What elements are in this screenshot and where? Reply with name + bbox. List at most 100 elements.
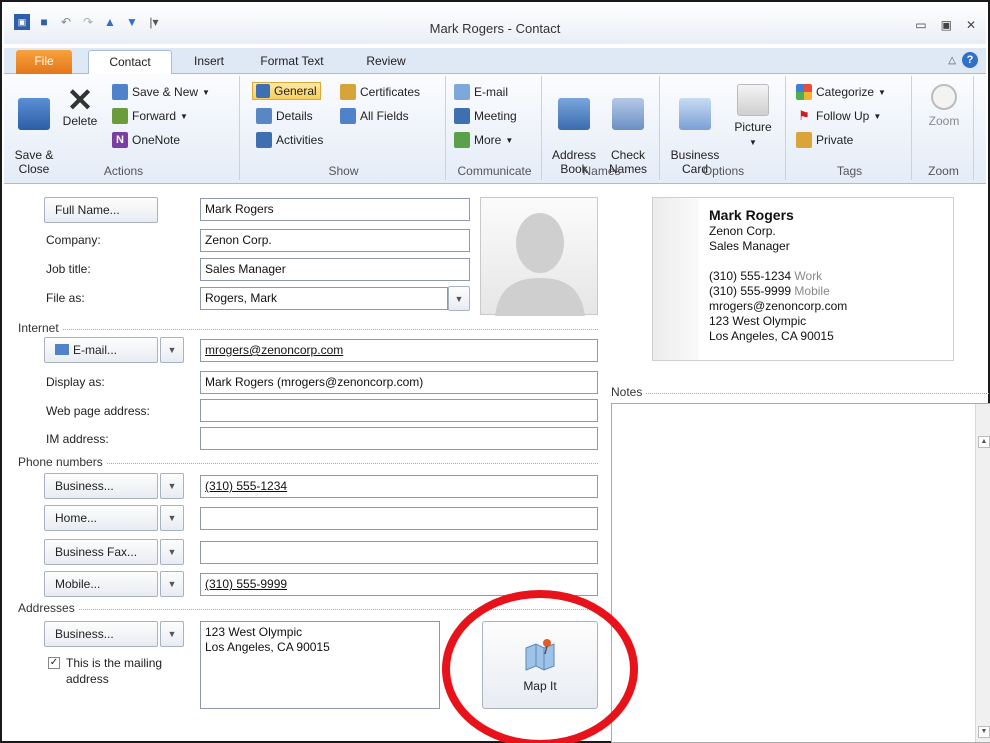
business-fax-dropdown[interactable]: ▼	[160, 539, 184, 565]
business-card-preview[interactable]: Mark Rogers Zenon Corp. Sales Manager (3…	[652, 197, 954, 361]
address-textbox[interactable]: 123 West Olympic Los Angeles, CA 90015	[200, 621, 440, 709]
categorize-button[interactable]: Categorize ▼	[796, 84, 886, 100]
window-controls: ▭ ▣ ✕	[915, 18, 976, 32]
scroll-up-icon[interactable]: ▲	[978, 436, 990, 448]
follow-up-button[interactable]: ⚑ Follow Up ▼	[796, 108, 881, 124]
email-ribbon-button[interactable]: E-mail	[454, 84, 508, 100]
home-phone-dropdown[interactable]: ▼	[160, 505, 184, 531]
close-icon[interactable]: ✕	[966, 18, 976, 32]
certificates-button[interactable]: Certificates	[340, 84, 420, 100]
meeting-button[interactable]: Meeting	[454, 108, 517, 124]
full-name-field[interactable]: Mark Rogers	[200, 198, 470, 221]
scroll-down-icon[interactable]: ▼	[978, 726, 990, 738]
card-email: mrogers@zenoncorp.com	[709, 299, 848, 313]
mailing-address-label-line1: This is the mailing	[66, 656, 163, 670]
activities-label: Activities	[276, 133, 324, 147]
follow-up-label: Follow Up	[816, 109, 870, 123]
general-icon	[256, 84, 270, 98]
tab-contact[interactable]: Contact	[88, 50, 172, 74]
im-address-label: IM address:	[46, 432, 109, 446]
tab-review[interactable]: Review	[356, 50, 416, 74]
delete-label: Delete	[62, 114, 98, 128]
file-as-dropdown[interactable]: ▼	[448, 286, 470, 311]
notes-scrollbar[interactable]: ▲ ▼	[975, 404, 990, 742]
meeting-icon	[454, 108, 470, 124]
file-as-field[interactable]: Rogers, Mark	[200, 287, 448, 310]
zoom-button[interactable]: Zoom	[918, 84, 970, 128]
save-new-button[interactable]: Save & New ▼	[112, 84, 210, 100]
mailing-address-checkbox[interactable]: ✓	[48, 657, 60, 669]
zoom-group-label: Zoom	[928, 164, 959, 178]
contact-photo[interactable]	[480, 197, 598, 316]
full-name-button[interactable]: Full Name...	[44, 197, 158, 223]
picture-button[interactable]: Picture ▼	[726, 84, 780, 150]
all-fields-button[interactable]: All Fields	[340, 108, 409, 124]
notes-textarea[interactable]: ▲ ▼	[611, 403, 990, 743]
tab-format-text[interactable]: Format Text	[250, 50, 334, 74]
internet-divider	[18, 329, 598, 330]
card-name: Mark Rogers	[709, 207, 794, 223]
job-title-field[interactable]: Sales Manager	[200, 258, 470, 281]
minimize-icon[interactable]: ▭	[915, 18, 926, 32]
address-line1: 123 West Olympic	[205, 625, 303, 639]
check-names-button[interactable]: Check Names	[602, 84, 654, 176]
annotation-circle	[442, 590, 638, 743]
picture-label: Picture	[734, 120, 772, 134]
home-phone-field[interactable]	[200, 507, 598, 530]
onenote-label: OneNote	[132, 133, 181, 147]
display-as-field[interactable]: Mark Rogers (mrogers@zenoncorp.com)	[200, 371, 598, 394]
maximize-icon[interactable]: ▣	[941, 18, 952, 32]
business-fax-button[interactable]: Business Fax...	[44, 539, 158, 565]
web-page-label: Web page address:	[46, 404, 150, 418]
certificates-label: Certificates	[360, 85, 421, 99]
business-fax-field[interactable]	[200, 541, 598, 564]
email-field[interactable]: mrogers@zenoncorp.com	[200, 339, 598, 362]
card-company: Zenon Corp.	[709, 224, 776, 238]
notes-divider	[611, 393, 990, 394]
card-mobile-phone-line: (310) 555-9999 Mobile	[709, 284, 847, 299]
business-address-dropdown[interactable]: ▼	[160, 621, 184, 647]
private-button[interactable]: Private	[796, 132, 853, 148]
file-as-label: File as:	[46, 291, 85, 305]
business-address-button[interactable]: Business...	[44, 621, 158, 647]
company-field[interactable]: Zenon Corp.	[200, 229, 470, 252]
more-button[interactable]: More ▼	[454, 132, 513, 148]
web-page-field[interactable]	[200, 399, 598, 422]
details-label: Details	[276, 109, 313, 123]
private-label: Private	[816, 133, 854, 147]
mobile-phone-dropdown[interactable]: ▼	[160, 571, 184, 597]
business-phone-dropdown[interactable]: ▼	[160, 473, 184, 499]
card-address-line1: 123 West Olympic	[709, 314, 807, 328]
card-work-phone-line: (310) 555-1234 Work	[709, 269, 847, 284]
magnifier-icon	[931, 84, 957, 110]
business-phone-field[interactable]: (310) 555-1234	[200, 475, 598, 498]
show-group: General Details Activities Certificates …	[242, 76, 446, 180]
business-phone-button[interactable]: Business...	[44, 473, 158, 499]
activities-button[interactable]: Activities	[256, 132, 323, 148]
card-work-phone: (310) 555-1234	[709, 269, 792, 283]
names-group-label: Names	[582, 164, 621, 178]
address-book-button[interactable]: Address Book	[548, 84, 600, 176]
mobile-phone-button[interactable]: Mobile...	[44, 571, 158, 597]
more-icon	[454, 132, 470, 148]
help-icon[interactable]: ?	[962, 52, 978, 68]
im-address-field[interactable]	[200, 427, 598, 450]
picture-icon	[737, 84, 769, 116]
minimize-ribbon-icon[interactable]: △	[948, 55, 956, 66]
general-button[interactable]: General	[252, 82, 321, 100]
business-card-button[interactable]: Business Card	[666, 84, 724, 176]
onenote-button[interactable]: N OneNote	[112, 132, 180, 148]
save-close-button[interactable]: Save & Close	[12, 84, 56, 176]
categorize-icon	[796, 84, 812, 100]
tab-file[interactable]: File	[16, 50, 72, 74]
card-mobile-label: Mobile	[794, 284, 830, 298]
email-type-dropdown[interactable]: ▼	[160, 337, 184, 363]
delete-button[interactable]: ✕ Delete	[58, 84, 102, 128]
forward-button[interactable]: Forward ▼	[112, 108, 188, 124]
phone-section-label: Phone numbers	[18, 455, 107, 469]
email-button[interactable]: E-mail...	[44, 337, 158, 363]
tab-insert[interactable]: Insert	[184, 50, 234, 74]
details-button[interactable]: Details	[256, 108, 313, 124]
home-phone-button[interactable]: Home...	[44, 505, 158, 531]
actions-group: Save & Close ✕ Delete Save & New ▼ Forwar…	[8, 76, 240, 180]
